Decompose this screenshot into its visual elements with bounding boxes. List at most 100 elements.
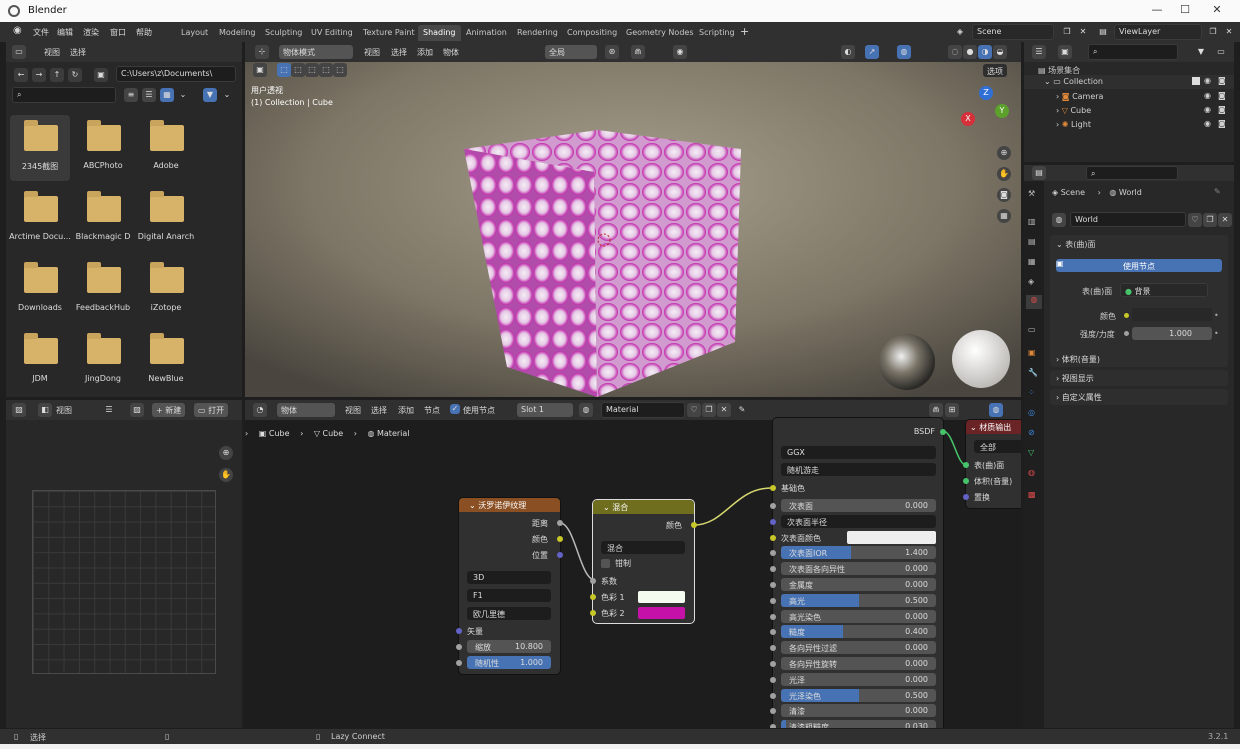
select-intersect-icon[interactable]: ⬚ (333, 63, 347, 77)
workspace-tab-modeling[interactable]: Modeling (214, 25, 260, 41)
folder-item[interactable]: 2345截图 (10, 115, 70, 181)
editor-type-icon[interactable]: ☰ (1032, 45, 1046, 59)
camera-render-icon[interactable]: ◙ (1218, 91, 1226, 100)
unlink-material-icon[interactable]: ✕ (717, 403, 731, 417)
bsdf-value-field[interactable]: 高光染色 0.000 (781, 609, 936, 623)
fake-user-icon[interactable]: ♡ (1188, 213, 1202, 227)
new-folder-icon[interactable]: ▣ (94, 68, 108, 82)
dimension-dropdown[interactable]: 3D (467, 571, 551, 584)
viewlayer-icon[interactable]: ▤ (1096, 25, 1110, 39)
socket-scale[interactable] (456, 644, 462, 650)
bsdf-value-field[interactable]: 高光 0.500 (781, 593, 936, 607)
pivot-icon[interactable]: ⊛ (605, 45, 619, 59)
blender-menu-icon[interactable]: ◉ (13, 25, 22, 36)
duplicate-world-icon[interactable]: ❐ (1203, 213, 1217, 227)
surface-shader-field[interactable]: ● 背景 (1120, 283, 1208, 297)
unlink-world-icon[interactable]: ✕ (1218, 213, 1232, 227)
strength-field[interactable]: 1.000 (1132, 327, 1212, 340)
collection-tab-icon[interactable]: ▭ (1028, 325, 1036, 334)
socket-color2[interactable] (590, 610, 596, 616)
editor-type-icon[interactable]: ▨ (12, 403, 26, 417)
socket-volume[interactable] (963, 478, 969, 484)
output-tab-icon[interactable]: ▤ (1028, 237, 1036, 246)
bsdf-value-field[interactable]: 清漆粗糙度 0.030 (781, 720, 936, 728)
editor-type-icon[interactable]: ⊹ (255, 45, 269, 59)
rendered-shading-icon[interactable]: ◒ (993, 45, 1007, 59)
subsurface-method-dropdown[interactable]: 随机游走 (781, 463, 936, 476)
metric-dropdown[interactable]: 欧几里德 (467, 607, 551, 620)
vertical-list-icon[interactable]: ≡ (124, 88, 138, 102)
mix-rgb-node[interactable]: ⌄ 混合 颜色 混合 钳制 系数 色彩 1 色彩 2 (590, 500, 697, 623)
fake-user-icon[interactable]: ♡ (687, 403, 701, 417)
orientation-selector[interactable]: 全局 (545, 45, 597, 59)
zoom-icon[interactable]: ⊕ (997, 146, 1011, 160)
filter-icon[interactable]: ▼ (203, 88, 217, 102)
render-tab-icon[interactable]: ▥ (1028, 217, 1036, 226)
tool-tab-icon[interactable]: ⚒ (1028, 189, 1035, 198)
menu-render[interactable]: 渲染 (83, 27, 99, 38)
outliner-item-light[interactable]: › ✺ Light ◉ ◙ (1024, 118, 1234, 132)
mode-selector[interactable]: 物体模式 (279, 45, 353, 59)
menu-help[interactable]: 帮助 (136, 27, 152, 38)
texture-tab-icon[interactable]: ▩ (1028, 490, 1036, 499)
outliner-search-input[interactable]: ⌕ (1088, 44, 1178, 60)
socket-bsdf-input[interactable] (770, 724, 776, 728)
options-dropdown[interactable]: 选项 (983, 64, 1007, 77)
editor-type-icon[interactable]: ▭ (12, 45, 26, 59)
snap-icon[interactable]: ⋒ (631, 45, 645, 59)
filter-icon[interactable]: ▼ (1194, 45, 1208, 59)
camera-render-icon[interactable]: ◙ (1218, 119, 1226, 128)
socket-bsdf[interactable] (940, 429, 946, 435)
workspace-tab-sculpting[interactable]: Sculpting (260, 25, 307, 41)
thumbnails-icon[interactable]: ▦ (160, 88, 174, 102)
use-nodes-checkbox[interactable]: ✓ (450, 404, 460, 414)
folder-item[interactable]: Downloads (10, 257, 70, 317)
ortho-grid-icon[interactable]: ▦ (997, 209, 1011, 223)
world-name-field[interactable]: World (1070, 212, 1186, 227)
bsdf-dropdown[interactable]: 次表面半径 (781, 514, 936, 528)
workspace-tab-uv-editing[interactable]: UV Editing (306, 25, 358, 41)
outliner-item-camera[interactable]: › ◙ Camera ◉ ◙ (1024, 90, 1234, 104)
socket-surface[interactable] (963, 462, 969, 468)
socket-bsdf-input[interactable] (770, 692, 776, 699)
socket-factor[interactable] (590, 578, 596, 584)
subsurface-color-swatch[interactable] (847, 530, 936, 544)
folder-item[interactable]: ABCPhoto (73, 115, 133, 175)
ne-menu-select[interactable]: 选择 (371, 405, 387, 416)
duplicate-material-icon[interactable]: ❐ (702, 403, 716, 417)
outliner-collection-row[interactable]: ⌄ ▭ Collection ◉ ◙ (1024, 75, 1234, 89)
menu-edit[interactable]: 编辑 (57, 27, 73, 38)
custom-properties-panel-header[interactable]: › 自定义属性 (1050, 389, 1228, 405)
folder-item[interactable]: Arctime Docu... (9, 186, 71, 246)
open-image-button[interactable]: ▭ 打开 (194, 403, 229, 417)
3d-viewport[interactable]: ⊹ 物体模式 视图 选择 添加 物体 全局 ⊛ ⋒ ◉ ◐ ↗ ◍ ◌ ● ◑ … (245, 42, 1021, 397)
viewport-display-panel-header[interactable]: › 视图显示 (1050, 370, 1228, 386)
new-scene-icon[interactable]: ❐ (1060, 25, 1074, 39)
vp-menu-view[interactable]: 视图 (364, 47, 380, 58)
vp-menu-select[interactable]: 选择 (391, 47, 407, 58)
select-invert-icon[interactable]: ⬚ (319, 63, 333, 77)
data-tab-icon[interactable]: ▽ (1028, 448, 1034, 457)
scene-selector[interactable]: Scene (972, 24, 1054, 40)
strength-socket-icon[interactable] (1124, 331, 1129, 336)
workspace-tab-geometry-nodes[interactable]: Geometry Nodes (621, 25, 698, 41)
eye-icon[interactable]: ◉ (1204, 119, 1211, 128)
bsdf-value-field[interactable]: 各向异性旋转 0.000 (781, 657, 936, 670)
distribution-dropdown[interactable]: GGX (781, 446, 936, 459)
ne-menu-add[interactable]: 添加 (398, 405, 414, 416)
pan-hand-icon[interactable]: ✋ (997, 167, 1011, 181)
fb-menu-view[interactable]: 视图 (44, 47, 60, 58)
new-image-button[interactable]: + 新建 (152, 403, 186, 417)
gizmo-y-axis[interactable]: Y (995, 104, 1009, 118)
socket-bsdf-input[interactable] (770, 645, 776, 652)
chevron-down-icon[interactable]: ⌄ (220, 88, 234, 102)
socket-bsdf-input[interactable] (770, 566, 776, 573)
physics-tab-icon[interactable]: ◎ (1028, 408, 1035, 417)
properties-search-input[interactable]: ⌕ (1086, 166, 1178, 180)
vp-menu-add[interactable]: 添加 (417, 47, 433, 58)
viewlayer-selector[interactable]: ViewLayer (1114, 24, 1202, 40)
color2-swatch[interactable] (638, 607, 685, 619)
delete-scene-icon[interactable]: ✕ (1076, 25, 1090, 39)
ne-menu-view[interactable]: 视图 (345, 405, 361, 416)
volume-panel-header[interactable]: › 体积(音量) (1050, 351, 1228, 367)
